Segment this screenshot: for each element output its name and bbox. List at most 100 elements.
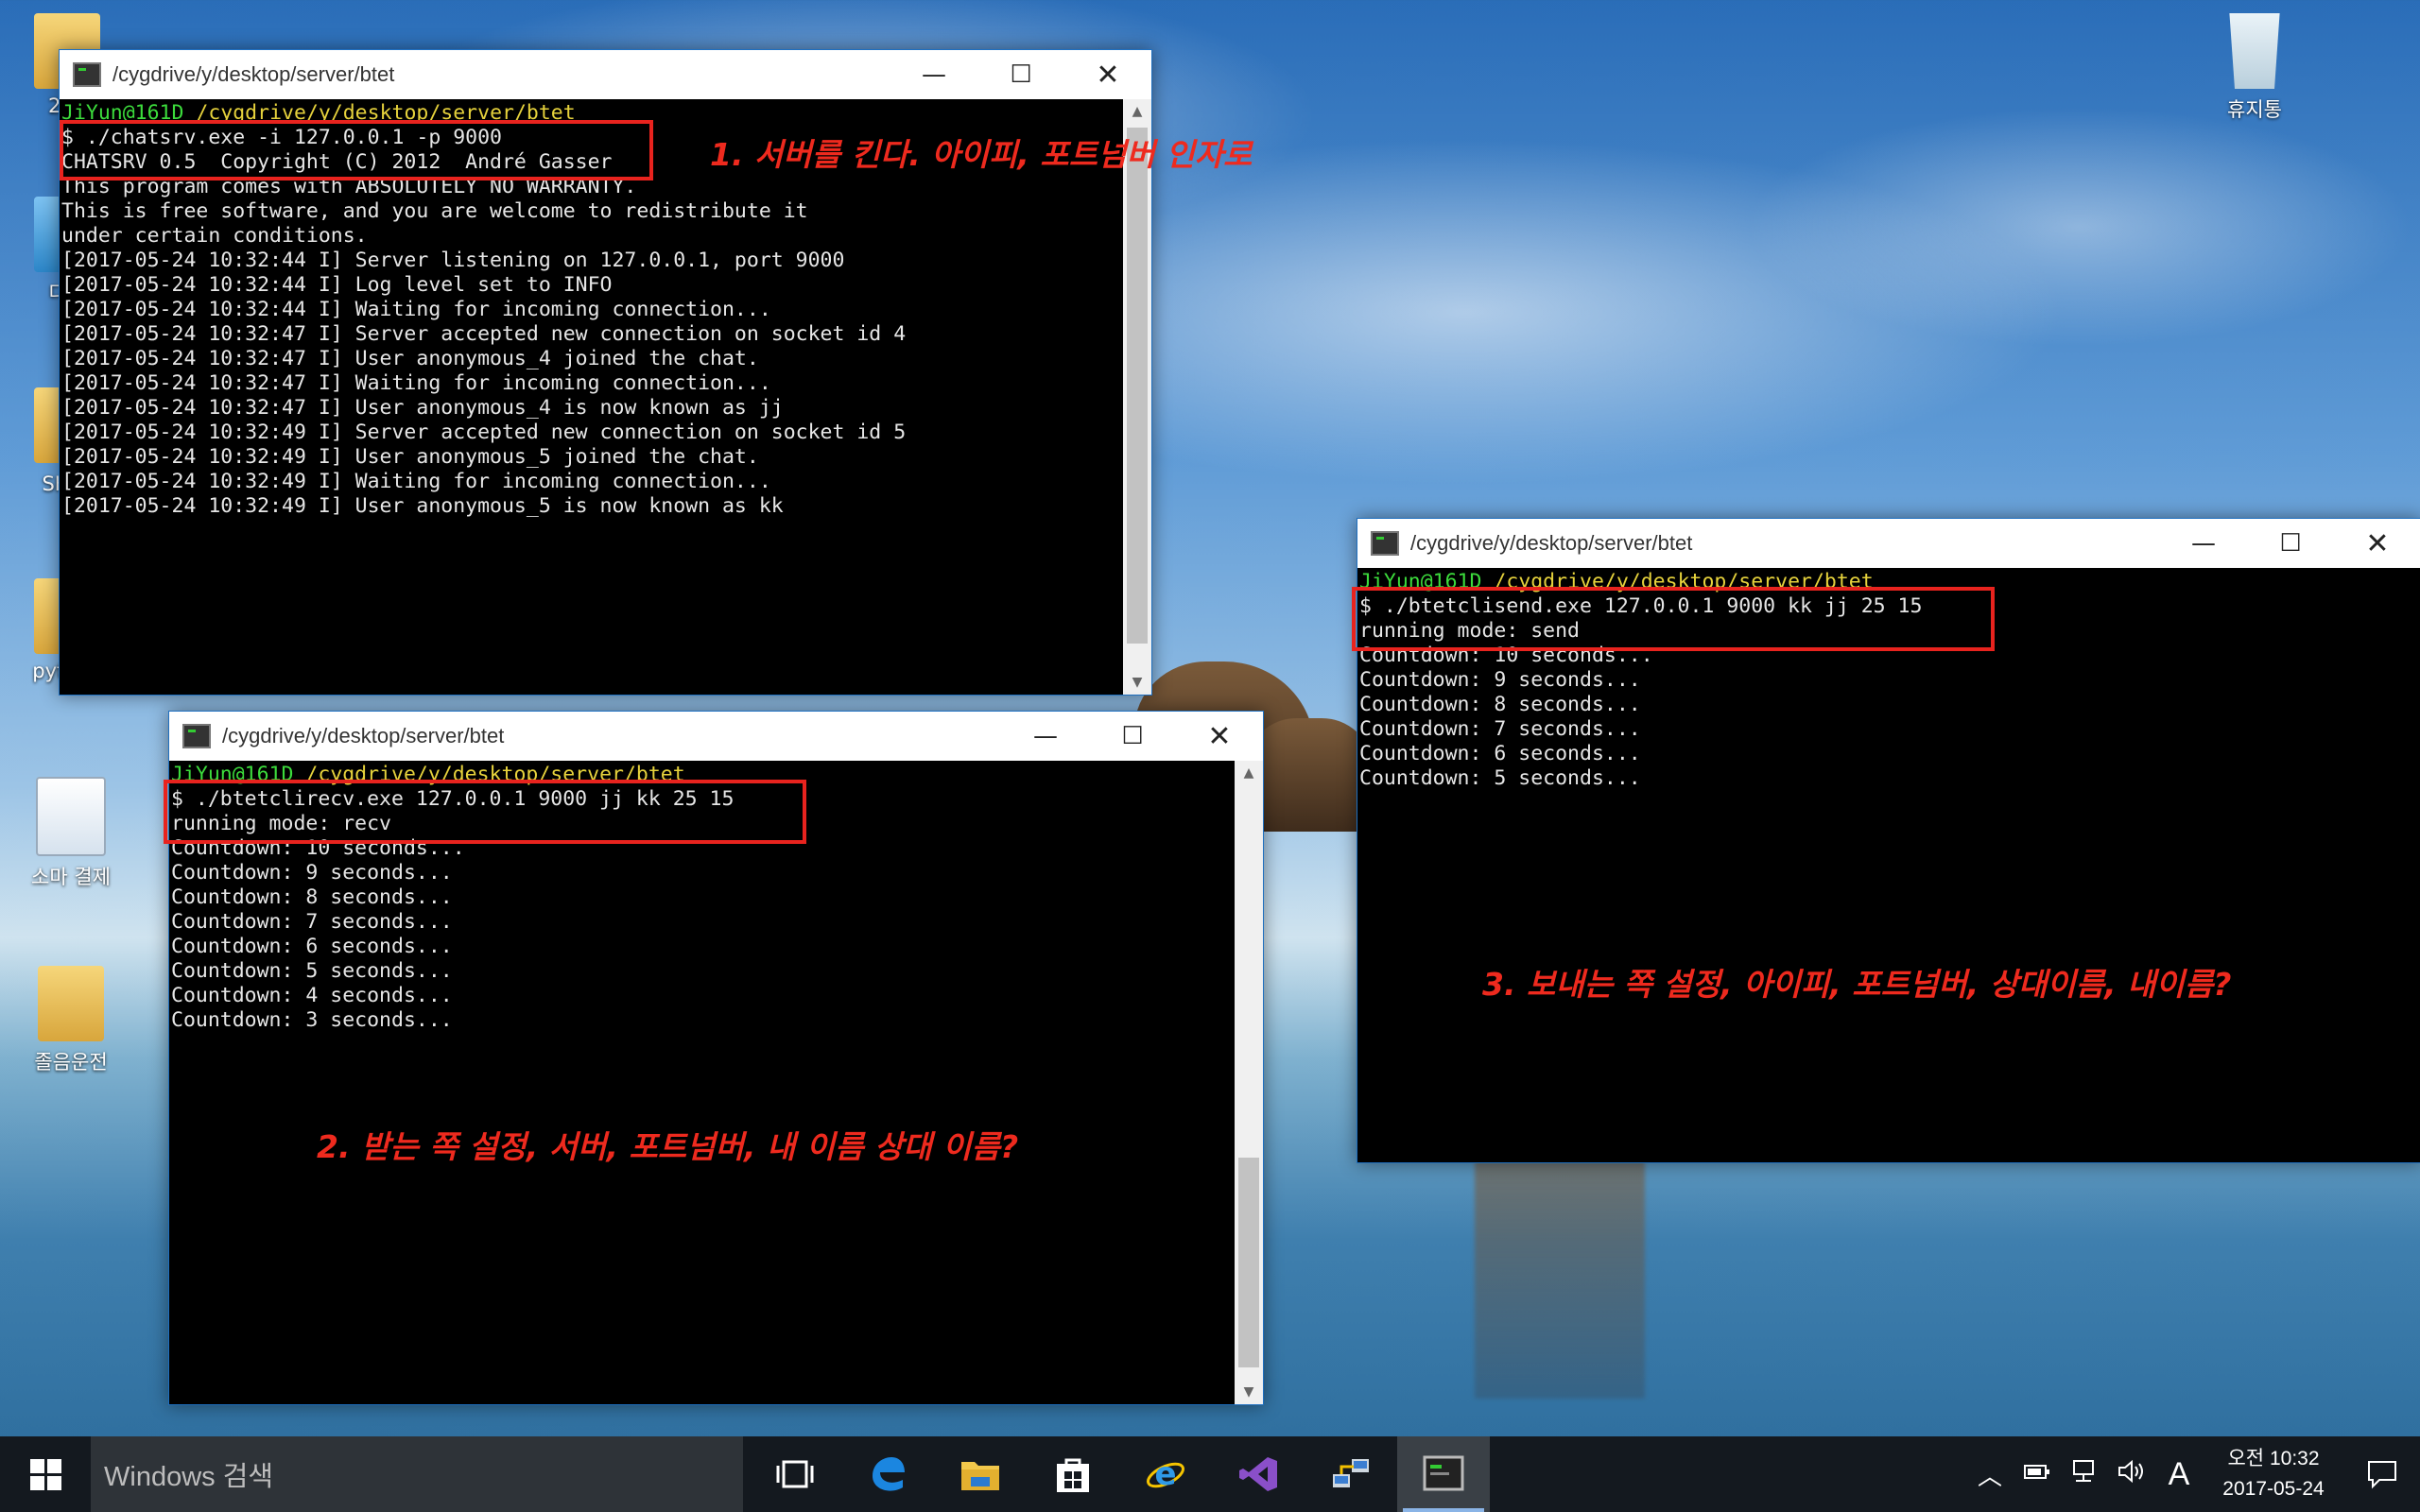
svg-text:e: e	[1154, 1455, 1176, 1493]
maximize-button[interactable]: ☐	[1089, 712, 1176, 761]
edge-icon	[873, 1457, 905, 1491]
desktop-icon-label: 졸음운전	[34, 1051, 108, 1074]
search-placeholder: Windows 검색	[104, 1462, 274, 1492]
terminal-icon	[73, 62, 101, 87]
recycle-bin-icon	[2229, 13, 2280, 89]
folder-icon	[38, 966, 104, 1041]
taskbar: Windows 검색 e ︿ A 오전 10:32 2017-05-24	[0, 1436, 2420, 1512]
window-titlebar[interactable]: /cygdrive/y/desktop/server/btet — ☐ ✕	[1357, 519, 2420, 568]
desktop-icon-drowsy[interactable]: 졸음운전	[9, 966, 132, 1075]
output-line: Countdown: 9 seconds...	[171, 861, 453, 885]
taskbar-visual-studio[interactable]	[1212, 1436, 1305, 1512]
notification-icon	[2368, 1461, 2396, 1489]
terminal-icon	[1423, 1455, 1464, 1491]
start-button[interactable]	[0, 1436, 91, 1512]
output-line: Countdown: 8 seconds...	[1359, 693, 1641, 716]
scroll-down-icon[interactable]: ▼	[1235, 1380, 1263, 1404]
taskbar-file-explorer[interactable]	[934, 1436, 1027, 1512]
console-output[interactable]: JiYun@161D /cygdrive/y/desktop/server/bt…	[1357, 568, 2420, 1162]
visual-studio-icon	[1239, 1457, 1277, 1491]
console-output[interactable]: JiYun@161D /cygdrive/y/desktop/server/bt…	[169, 761, 1235, 1404]
highlight-box	[1352, 587, 1995, 651]
annotation-step-2: 2. 받는 쪽 설정, 서버, 포트넘버, 내 이름 상대 이름?	[317, 1128, 1019, 1165]
output-line: [2017-05-24 10:32:49 I] Server accepted …	[61, 421, 907, 444]
clock-time: 오전 10:32	[2227, 1448, 2320, 1469]
terminal-icon	[182, 724, 211, 748]
minimize-button[interactable]: —	[1002, 712, 1089, 761]
taskbar-edge[interactable]	[841, 1436, 934, 1512]
output-line: Countdown: 6 seconds...	[1359, 742, 1641, 765]
desktop-icon-label: 휴지통	[2227, 98, 2282, 121]
terminal-window-sender[interactable]: /cygdrive/y/desktop/server/btet — ☐ ✕ Ji…	[1352, 518, 2420, 1163]
windows-logo-icon	[29, 1458, 61, 1490]
output-line: [2017-05-24 10:32:47 I] Waiting for inco…	[61, 371, 771, 395]
annotation-step-3: 3. 보내는 쪽 설정, 아이피, 포트넘버, 상대이름, 내이름?	[1482, 966, 2232, 1003]
output-line: [2017-05-24 10:32:47 I] User anonymous_4…	[61, 347, 759, 370]
search-box[interactable]: Windows 검색	[91, 1436, 743, 1512]
taskbar-task-view[interactable]	[749, 1436, 841, 1512]
output-line: [2017-05-24 10:32:49 I] User anonymous_5…	[61, 445, 759, 469]
desktop-icon-recycle-bin[interactable]: 휴지통	[2193, 13, 2316, 123]
output-line: [2017-05-24 10:32:44 I] Waiting for inco…	[61, 298, 771, 321]
output-line: Countdown: 5 seconds...	[171, 959, 453, 983]
minimize-button[interactable]: —	[2160, 519, 2247, 568]
vertical-scrollbar[interactable]: ▲ ▼	[1123, 99, 1151, 695]
scroll-up-icon[interactable]: ▲	[1235, 761, 1263, 785]
output-line: Countdown: 7 seconds...	[1359, 717, 1641, 741]
scrollbar-thumb[interactable]	[1238, 1158, 1259, 1367]
output-line: Countdown: 5 seconds...	[1359, 766, 1641, 790]
taskbar-store[interactable]	[1027, 1436, 1119, 1512]
scroll-down-icon[interactable]: ▼	[1123, 670, 1151, 695]
close-button[interactable]: ✕	[1176, 712, 1263, 761]
maximize-button[interactable]: ☐	[977, 50, 1064, 99]
output-line: Countdown: 9 seconds...	[1359, 668, 1641, 692]
output-line: [2017-05-24 10:32:49 I] Waiting for inco…	[61, 470, 771, 493]
power-icon[interactable]	[2014, 1460, 2061, 1488]
taskbar-internet-explorer[interactable]: e	[1119, 1436, 1212, 1512]
terminal-window-server[interactable]: /cygdrive/y/desktop/server/btet — ☐ ✕ Ji…	[59, 49, 1252, 696]
console-output[interactable]: JiYun@161D /cygdrive/y/desktop/server/bt…	[60, 99, 1123, 695]
rock-formation	[1248, 718, 1371, 832]
action-center-button[interactable]	[2344, 1459, 2420, 1489]
terminal-window-receiver[interactable]: /cygdrive/y/desktop/server/btet — ☐ ✕ Ji…	[164, 711, 1264, 1405]
minimize-button[interactable]: —	[890, 50, 977, 99]
rock-reflection	[1475, 1153, 1645, 1399]
highlight-box	[164, 780, 806, 844]
clock-date: 2017-05-24	[2222, 1478, 2325, 1500]
output-line: Countdown: 3 seconds...	[171, 1008, 453, 1032]
output-line: Countdown: 6 seconds...	[171, 935, 453, 958]
input-method-indicator[interactable]: A	[2155, 1456, 2203, 1493]
highlight-box	[60, 120, 653, 180]
output-line: Countdown: 4 seconds...	[171, 984, 453, 1007]
network-icon	[1333, 1459, 1369, 1487]
volume-icon[interactable]	[2108, 1459, 2155, 1490]
scrollbar-thumb[interactable]	[1127, 128, 1148, 644]
taskbar-cygwin-terminal[interactable]	[1397, 1436, 1490, 1512]
output-line: This is free software, and you are welco…	[61, 199, 808, 223]
terminal-icon	[1371, 531, 1399, 556]
desktop-icon-soma[interactable]: 소마 결제	[9, 777, 132, 890]
output-line: [2017-05-24 10:32:44 I] Server listening…	[61, 249, 845, 272]
network-status-icon[interactable]	[2061, 1459, 2108, 1490]
maximize-button[interactable]: ☐	[2247, 519, 2334, 568]
show-hidden-icons-chevron-icon[interactable]: ︿	[1966, 1457, 2014, 1492]
close-button[interactable]: ✕	[2334, 519, 2420, 568]
output-line: Countdown: 7 seconds...	[171, 910, 453, 934]
ie-icon: e	[1146, 1455, 1185, 1493]
output-line: Countdown: 8 seconds...	[171, 885, 453, 909]
store-icon	[1057, 1458, 1089, 1492]
vertical-scrollbar[interactable]: ▲ ▼	[1235, 761, 1263, 1404]
output-line: [2017-05-24 10:32:49 I] User anonymous_5…	[61, 494, 784, 518]
output-line: [2017-05-24 10:32:47 I] Server accepted …	[61, 322, 907, 346]
annotation-step-1: 1. 서버를 킨다. 아이피, 포트넘버 인자로	[710, 136, 1253, 173]
window-title: /cygdrive/y/desktop/server/btet	[222, 724, 505, 747]
close-button[interactable]: ✕	[1064, 50, 1151, 99]
window-titlebar[interactable]: /cygdrive/y/desktop/server/btet — ☐ ✕	[60, 50, 1151, 99]
window-titlebar[interactable]: /cygdrive/y/desktop/server/btet — ☐ ✕	[169, 712, 1263, 761]
taskbar-network-tool[interactable]	[1305, 1436, 1397, 1512]
desktop-icon-label: 소마 결제	[31, 866, 111, 888]
folder-icon	[961, 1462, 999, 1490]
scroll-up-icon[interactable]: ▲	[1123, 99, 1151, 124]
clock[interactable]: 오전 10:32 2017-05-24	[2203, 1444, 2344, 1504]
task-view-icon	[776, 1460, 814, 1488]
